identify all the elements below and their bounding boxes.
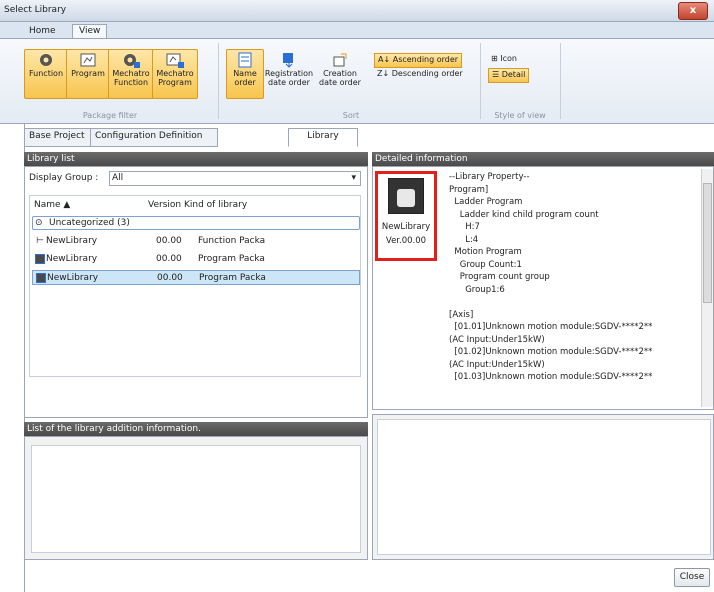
filter-function-button[interactable]: Function — [24, 49, 68, 99]
main-tabs: Base Project Configuration Definition Li… — [24, 128, 714, 147]
display-group-value: All — [112, 173, 124, 183]
detail-text: --Library Property-- Program] Ladder Pro… — [449, 172, 653, 382]
filter-function-label: Function — [28, 69, 64, 78]
gear-icon — [40, 54, 52, 66]
sort-name-order-label: Name order — [233, 69, 257, 87]
function-package-icon: ⊢ — [36, 236, 44, 246]
thumbnail-name: NewLibrary — [381, 222, 431, 232]
mechatro-gear-icon — [124, 54, 140, 68]
group-row[interactable]: ⊙ Uncategorized (3) — [32, 216, 360, 230]
column-header-name[interactable]: Name ▲ — [34, 198, 70, 212]
row-version: 00.00 — [156, 236, 182, 246]
display-group-select[interactable]: All ▾ — [109, 171, 361, 186]
title-bar: Select Library x — [0, 0, 714, 22]
group-row-label: Uncategorized (3) — [49, 218, 130, 228]
view-detail-toggle[interactable]: ☰ Detail — [488, 68, 530, 83]
descending-icon: Z↓ — [377, 69, 392, 78]
detail-panel: NewLibrary Ver.00.00 --Library Property-… — [372, 166, 714, 410]
icon-view-icon: ⊞ — [491, 54, 501, 63]
filter-mechatro-program-button[interactable]: Mechatro Program — [152, 49, 198, 99]
detail-lower-area — [377, 419, 711, 555]
addition-info-list[interactable] — [31, 445, 361, 553]
table-row-selected[interactable]: NewLibrary 00.00 Program Packa — [32, 270, 360, 285]
library-list-panel: Display Group : All ▾ Name ▲ Version Kin… — [24, 166, 368, 418]
filter-program-label: Program — [71, 69, 105, 78]
library-thumbnail-highlight[interactable]: NewLibrary Ver.00.00 — [375, 171, 437, 261]
sort-registration-date-label: Registration date order — [264, 69, 314, 87]
ribbon-separator — [560, 43, 561, 119]
sort-registration-date-button[interactable]: Registration date order — [262, 49, 316, 99]
sort-group-label: Sort — [342, 111, 360, 120]
library-thumbnail-icon — [388, 178, 424, 214]
program-icon — [80, 53, 96, 67]
close-button[interactable]: Close — [674, 568, 710, 587]
descending-order-label: Descending order — [391, 69, 463, 78]
library-list-header: Library list — [24, 152, 368, 166]
row-kind: Program Packa — [199, 273, 266, 283]
filter-mechatro-program-label: Mechatro Program — [156, 69, 194, 87]
program-package-icon — [36, 273, 46, 283]
program-package-icon — [35, 254, 45, 264]
tab-library[interactable]: Library — [288, 128, 358, 147]
scrollbar-thumb[interactable] — [703, 183, 712, 303]
package-filter-group-label: Package filter — [82, 111, 138, 120]
ascending-order-toggle[interactable]: A↓ Ascending order — [374, 53, 463, 68]
sort-creation-date-label: Creation date order — [319, 69, 361, 87]
name-order-icon — [238, 52, 252, 68]
tab-configuration-definition[interactable]: Configuration Definition — [90, 128, 218, 147]
mechatro-program-icon — [166, 53, 184, 68]
window-title: Select Library — [4, 5, 67, 15]
detail-text-area[interactable]: --Library Property-- Program] Ladder Pro… — [449, 171, 699, 403]
view-detail-label: Detail — [501, 70, 526, 79]
table-row[interactable]: ⊢ NewLibrary 00.00 Function Packa — [32, 234, 360, 248]
row-version: 00.00 — [157, 273, 183, 283]
ribbon: Function Program Mechatro Function Mecha… — [0, 38, 714, 124]
window-close-button[interactable]: x — [678, 2, 708, 20]
addition-info-panel — [24, 436, 368, 560]
ascending-icon: A↓ — [378, 55, 393, 64]
ribbon-separator — [480, 43, 481, 119]
view-icon-label: Icon — [500, 54, 517, 63]
detail-view-icon: ☰ — [492, 70, 502, 79]
sort-name-order-button[interactable]: Name order — [226, 49, 264, 99]
display-group-label: Display Group : — [29, 173, 99, 183]
tab-view[interactable]: View — [72, 24, 108, 39]
machine-icon — [397, 189, 415, 207]
sort-creation-date-button[interactable]: Creation date order — [314, 49, 366, 99]
filter-mechatro-function-button[interactable]: Mechatro Function — [108, 49, 154, 99]
row-name: NewLibrary — [46, 254, 98, 264]
descending-order-toggle[interactable]: Z↓ Descending order — [374, 68, 466, 81]
column-header-version[interactable]: Version — [148, 198, 181, 212]
detail-lower-panel — [372, 414, 714, 560]
ribbon-separator — [218, 43, 219, 119]
creation-date-icon — [333, 53, 347, 67]
collapse-icon[interactable]: ⊙ — [35, 216, 43, 230]
chevron-down-icon: ▾ — [351, 173, 356, 183]
table-row[interactable]: NewLibrary 00.00 Program Packa — [32, 252, 360, 266]
row-kind: Program Packa — [198, 254, 265, 264]
style-of-view-group-label: Style of view — [494, 111, 546, 120]
detail-scrollbar[interactable] — [701, 169, 713, 407]
library-table: Name ▲ Version Kind of library ⊙ Uncateg… — [29, 195, 361, 377]
addition-info-header: List of the library addition information… — [24, 422, 368, 436]
ribbon-tabs: Home View — [0, 22, 714, 39]
row-version: 00.00 — [156, 254, 182, 264]
registration-date-icon — [283, 53, 293, 68]
detail-header: Detailed information — [372, 152, 714, 166]
row-kind: Function Packa — [198, 236, 266, 246]
column-header-kind[interactable]: Kind of library — [184, 198, 247, 212]
row-name: NewLibrary — [47, 273, 99, 283]
view-icon-toggle[interactable]: ⊞ Icon — [488, 53, 520, 66]
tab-base-project[interactable]: Base Project — [24, 128, 100, 147]
ascending-order-label: Ascending order — [392, 55, 459, 64]
row-name: NewLibrary — [46, 236, 98, 246]
filter-program-button[interactable]: Program — [66, 49, 110, 99]
filter-mechatro-function-label: Mechatro Function — [112, 69, 150, 87]
thumbnail-version: Ver.00.00 — [385, 236, 427, 246]
